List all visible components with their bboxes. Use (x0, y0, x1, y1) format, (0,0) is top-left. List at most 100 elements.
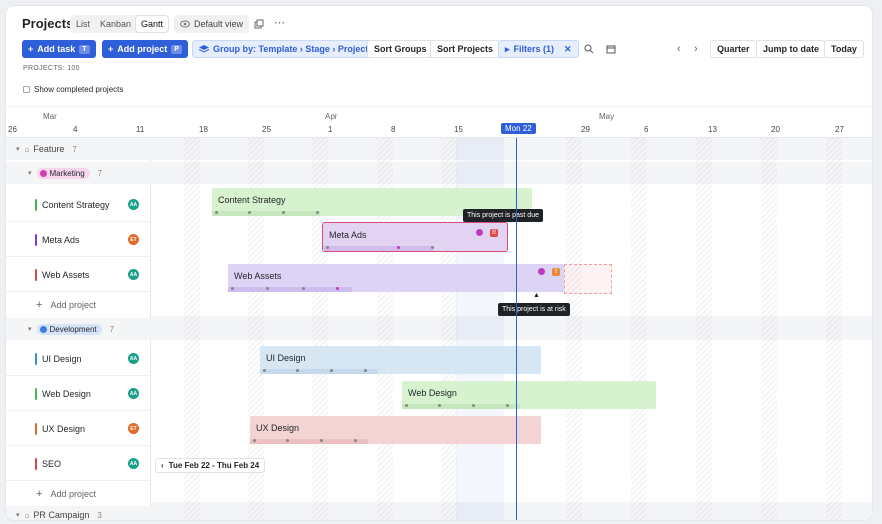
bar-progress (228, 287, 352, 292)
weekend-shade (826, 138, 842, 520)
project-color-bar (35, 198, 37, 211)
project-color-bar (35, 352, 37, 365)
avatar: ET (128, 234, 139, 245)
project-row[interactable]: UI Design AA (6, 342, 151, 376)
past-due-tooltip: This project is past due (463, 209, 543, 222)
milestone-dot (302, 287, 305, 290)
search-icon[interactable] (584, 44, 594, 54)
group-row-pr-campaign[interactable]: ▾ ⌂ PR Campaign 3 (6, 506, 151, 520)
default-view-label: Default view (194, 19, 244, 29)
checkbox[interactable] (23, 86, 30, 93)
bar-meta-ads[interactable]: Meta Ads !! (323, 223, 507, 251)
at-risk-badge: ! (552, 268, 560, 276)
project-color-bar (35, 422, 37, 435)
caret-down-icon[interactable]: ▾ (28, 169, 32, 177)
milestone-dot (438, 404, 441, 407)
tab-gantt[interactable]: Gantt (136, 16, 169, 32)
milestone-dot (320, 439, 323, 442)
caret-down-icon[interactable]: ▾ (16, 145, 20, 153)
milestone-dot (472, 404, 475, 407)
bar-label: UI Design (266, 353, 306, 363)
project-row[interactable]: Web Design AA (6, 377, 151, 411)
day-label: 18 (199, 125, 208, 134)
filter-icon: ▸ (505, 43, 510, 54)
project-row[interactable]: UX Design ET (6, 412, 151, 446)
day-label: 15 (454, 125, 463, 134)
marketing-icon (39, 169, 47, 177)
project-row[interactable]: SEO AA (6, 447, 151, 481)
calendar-icon[interactable] (606, 44, 616, 54)
day-label: 20 (771, 125, 780, 134)
group-row-marketing[interactable]: ▾ Marketing 7 (6, 162, 151, 184)
group-count: 7 (72, 144, 77, 154)
group-row-feature[interactable]: ▾ ⌂ Feature 7 (6, 138, 151, 160)
caret-down-icon[interactable]: ▾ (28, 325, 32, 333)
chevron-right-icon[interactable]: › (694, 43, 698, 55)
development-chip: Development (36, 323, 102, 335)
project-row[interactable]: Content Strategy AA (6, 188, 151, 222)
gantt-grid: Content Strategy This project is past du… (151, 138, 872, 520)
page-title: Projects (22, 16, 74, 31)
clear-filter-icon[interactable]: ✕ (564, 44, 572, 55)
add-task-button[interactable]: + Add task T (22, 40, 96, 58)
today-button[interactable]: Today (824, 40, 864, 58)
jump-to-date-button[interactable]: Jump to date (756, 40, 827, 58)
tab-kanban[interactable]: Kanban (95, 16, 136, 32)
chevron-left-icon[interactable]: ‹ (161, 461, 164, 470)
show-completed-toggle[interactable]: Show completed projects (23, 85, 123, 94)
filters-button[interactable]: ▸ Filters (1) ✕ (498, 40, 579, 58)
milestone-dot (364, 369, 367, 372)
bar-ux-design[interactable]: UX Design (250, 416, 541, 444)
add-project-label: Add project (50, 489, 96, 499)
chevron-left-icon[interactable]: ‹ (677, 43, 681, 55)
home-icon: ⌂ (24, 144, 30, 154)
project-row[interactable]: Meta Ads ET (6, 223, 151, 257)
bar-progress (402, 404, 520, 409)
caret-down-icon[interactable]: ▾ (16, 511, 20, 519)
project-name: UX Design (42, 423, 86, 434)
bar-web-design[interactable]: Web Design (402, 381, 656, 409)
bar-web-assets[interactable]: Web Assets ! (228, 264, 564, 292)
date-range-chip[interactable]: ‹ Tue Feb 22 - Thu Feb 24 (155, 458, 266, 473)
sort-projects-button[interactable]: Sort Projects (430, 40, 501, 58)
milestone-dot (296, 369, 299, 372)
copy-icon[interactable] (254, 19, 264, 29)
milestone-dot (397, 246, 400, 249)
avatar: AA (128, 199, 139, 210)
status-dot (538, 268, 545, 275)
add-project-row[interactable]: + Add project (6, 294, 151, 316)
add-project-row[interactable]: + Add project (6, 483, 151, 505)
projects-count: PROJECTS: 100 (23, 65, 80, 72)
milestone-dot (336, 287, 339, 290)
project-row[interactable]: Web Assets AA (6, 258, 151, 292)
month-label: Mar (43, 112, 57, 121)
milestone-dot (248, 211, 251, 214)
project-name: Web Design (42, 388, 91, 399)
project-name: SEO (42, 458, 62, 469)
group-count: 7 (109, 324, 115, 334)
bar-progress (323, 246, 433, 251)
more-options-icon[interactable]: ⋯ (274, 16, 285, 29)
tab-list[interactable]: List (71, 16, 95, 32)
date-range-label: Tue Feb 22 - Thu Feb 24 (168, 461, 260, 470)
weekend-shade (761, 138, 777, 520)
default-view-selector[interactable]: Default view (174, 15, 250, 33)
today-line (516, 138, 517, 520)
milestone-dot (286, 439, 289, 442)
group-row-development[interactable]: ▾ Development 7 (6, 318, 151, 340)
bar-progress (260, 369, 378, 374)
sort-groups-button[interactable]: Sort Groups (367, 40, 434, 58)
bar-ui-design[interactable]: UI Design (260, 346, 541, 374)
plus-icon: + (108, 44, 114, 54)
bar-label: Web Assets (234, 271, 282, 281)
avatar: AA (128, 458, 139, 469)
add-project-button[interactable]: + Add project P (102, 40, 188, 58)
project-name: Meta Ads (42, 234, 80, 245)
milestone-dot (330, 369, 333, 372)
today-marker: Mon 22 (501, 123, 536, 134)
milestone-dot (253, 439, 256, 442)
group-by-button[interactable]: Group by: Template › Stage › Project (192, 40, 376, 58)
overrun-area (564, 264, 612, 294)
group-label: Feature (33, 144, 65, 154)
quarter-button[interactable]: Quarter (710, 40, 757, 58)
